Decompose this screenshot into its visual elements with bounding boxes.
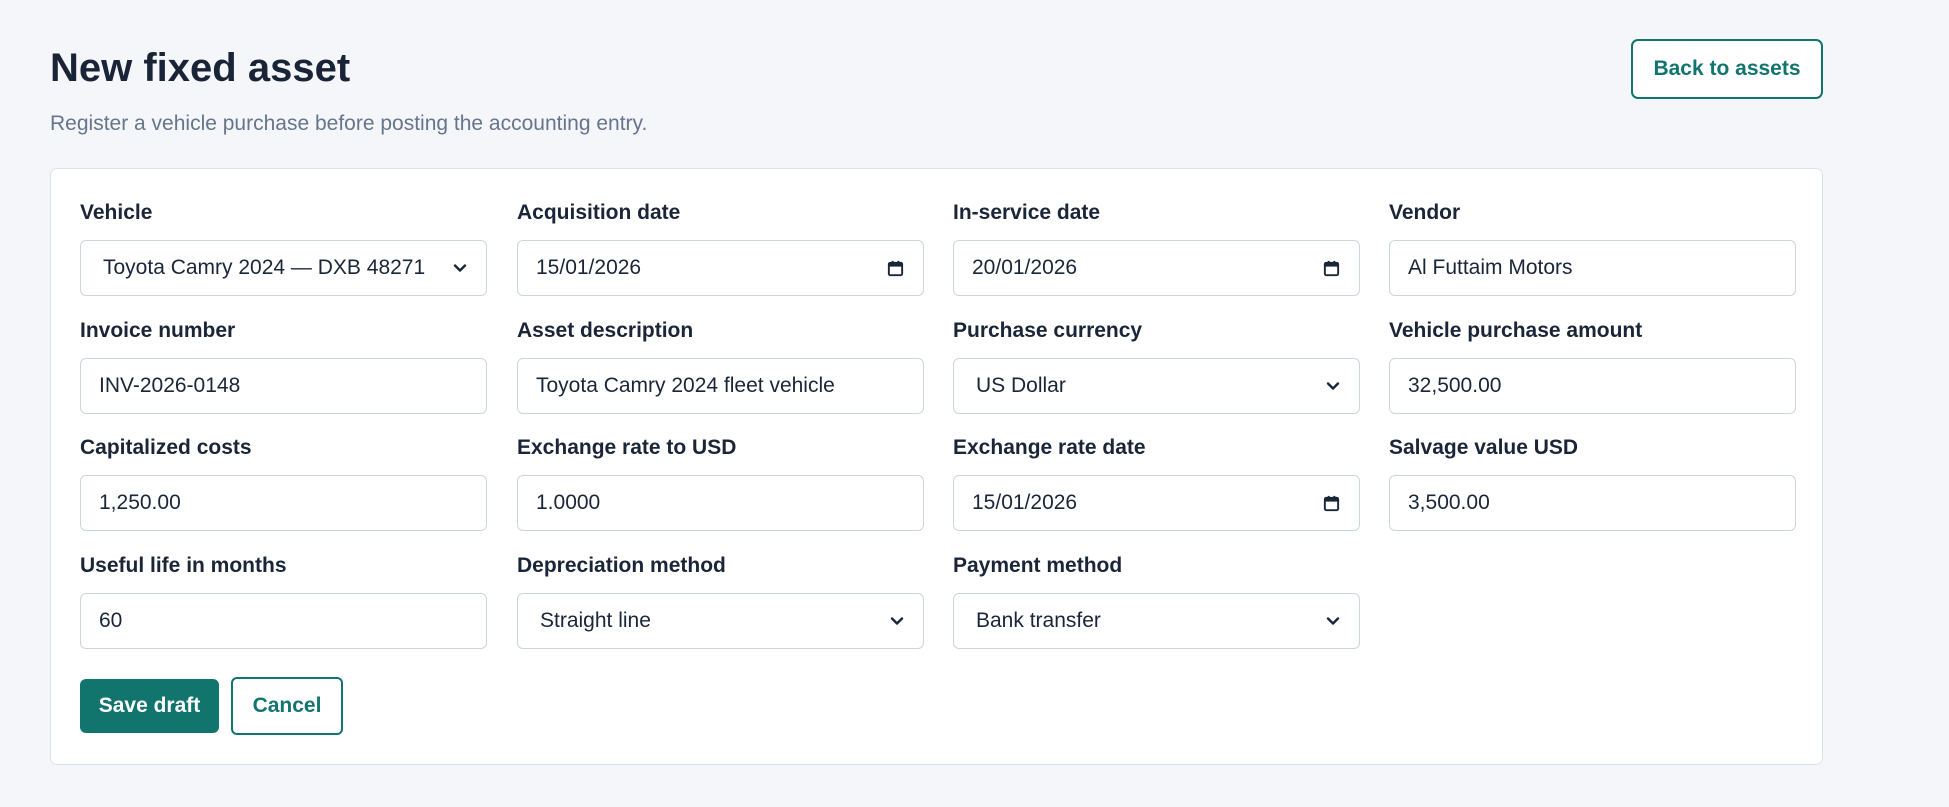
payment-method-value: Bank transfer	[976, 609, 1101, 632]
page-subtitle: Register a vehicle purchase before posti…	[50, 112, 648, 135]
save-draft-button[interactable]: Save draft	[80, 679, 219, 733]
vehicle-purchase-amount-field: Vehicle purchase amount 32,500.00	[1389, 316, 1796, 414]
invoice-number-label: Invoice number	[80, 319, 236, 342]
depreciation-method-value: Straight line	[540, 609, 651, 632]
acquisition-date-input[interactable]: 15/01/2026	[517, 240, 924, 296]
depreciation-method-select[interactable]: Straight line	[517, 593, 924, 649]
exchange-rate-date-field: Exchange rate date 15/01/2026	[953, 433, 1360, 531]
purchase-currency-field: Purchase currency US Dollar	[953, 316, 1360, 414]
in-service-date-input[interactable]: 20/01/2026	[953, 240, 1360, 296]
salvage-value-value: 3,500.00	[1408, 491, 1490, 514]
salvage-value-field: Salvage value USD 3,500.00	[1389, 433, 1796, 531]
chevron-down-icon	[1325, 613, 1341, 629]
cancel-button[interactable]: Cancel	[231, 677, 343, 735]
payment-method-label: Payment method	[953, 554, 1123, 577]
useful-life-label: Useful life in months	[80, 554, 287, 577]
exchange-rate-label: Exchange rate to USD	[517, 436, 737, 459]
useful-life-field: Useful life in months 60	[80, 551, 487, 649]
vendor-value: Al Futtaim Motors	[1408, 256, 1573, 279]
asset-description-input[interactable]: Toyota Camry 2024 fleet vehicle	[517, 358, 924, 414]
vehicle-select[interactable]: Toyota Camry 2024 — DXB 48271	[80, 240, 487, 296]
asset-description-label: Asset description	[517, 319, 694, 342]
chevron-down-icon	[452, 260, 468, 276]
in-service-date-value: 20/01/2026	[972, 256, 1078, 279]
depreciation-method-field: Depreciation method Straight line	[517, 551, 924, 649]
exchange-rate-date-value: 15/01/2026	[972, 491, 1078, 514]
vehicle-purchase-amount-input[interactable]: 32,500.00	[1389, 358, 1796, 414]
vendor-input[interactable]: Al Futtaim Motors	[1389, 240, 1796, 296]
exchange-rate-field: Exchange rate to USD 1.0000	[517, 433, 924, 531]
payment-method-field: Payment method Bank transfer	[953, 551, 1360, 649]
vendor-label: Vendor	[1389, 201, 1461, 224]
vendor-field: Vendor Al Futtaim Motors	[1389, 198, 1796, 296]
salvage-value-input[interactable]: 3,500.00	[1389, 475, 1796, 531]
capitalized-costs-value: 1,250.00	[99, 491, 181, 514]
capitalized-costs-field: Capitalized costs 1,250.00	[80, 433, 487, 531]
acquisition-date-value: 15/01/2026	[536, 256, 642, 279]
salvage-value-label: Salvage value USD	[1389, 436, 1579, 459]
useful-life-value: 60	[99, 609, 123, 632]
vehicle-purchase-amount-label: Vehicle purchase amount	[1389, 319, 1643, 342]
vehicle-label: Vehicle	[80, 201, 153, 224]
vehicle-purchase-amount-value: 32,500.00	[1408, 374, 1502, 397]
back-to-assets-button[interactable]: Back to assets	[1631, 39, 1823, 99]
depreciation-method-label: Depreciation method	[517, 554, 726, 577]
asset-description-value: Toyota Camry 2024 fleet vehicle	[536, 374, 835, 397]
invoice-number-input[interactable]: INV-2026-0148	[80, 358, 487, 414]
purchase-currency-label: Purchase currency	[953, 319, 1143, 342]
acquisition-date-field: Acquisition date 15/01/2026	[517, 198, 924, 296]
acquisition-date-label: Acquisition date	[517, 201, 681, 224]
exchange-rate-value: 1.0000	[536, 491, 601, 514]
invoice-number-value: INV-2026-0148	[99, 374, 241, 397]
in-service-date-label: In-service date	[953, 201, 1101, 224]
purchase-currency-value: US Dollar	[976, 374, 1066, 397]
calendar-icon[interactable]	[1322, 494, 1341, 513]
calendar-icon[interactable]	[886, 259, 905, 278]
useful-life-input[interactable]: 60	[80, 593, 487, 649]
chevron-down-icon	[1325, 378, 1341, 394]
vehicle-field: Vehicle Toyota Camry 2024 — DXB 48271	[80, 198, 487, 296]
in-service-date-field: In-service date 20/01/2026	[953, 198, 1360, 296]
asset-description-field: Asset description Toyota Camry 2024 flee…	[517, 316, 924, 414]
chevron-down-icon	[889, 613, 905, 629]
exchange-rate-date-input[interactable]: 15/01/2026	[953, 475, 1360, 531]
capitalized-costs-label: Capitalized costs	[80, 436, 252, 459]
invoice-number-field: Invoice number INV-2026-0148	[80, 316, 487, 414]
purchase-currency-select[interactable]: US Dollar	[953, 358, 1360, 414]
fixed-asset-form: Vehicle Toyota Camry 2024 — DXB 48271 Ac…	[50, 168, 1823, 765]
capitalized-costs-input[interactable]: 1,250.00	[80, 475, 487, 531]
exchange-rate-input[interactable]: 1.0000	[517, 475, 924, 531]
page-title: New fixed asset	[50, 46, 351, 90]
exchange-rate-date-label: Exchange rate date	[953, 436, 1146, 459]
payment-method-select[interactable]: Bank transfer	[953, 593, 1360, 649]
calendar-icon[interactable]	[1322, 259, 1341, 278]
vehicle-select-value: Toyota Camry 2024 — DXB 48271	[103, 256, 426, 279]
